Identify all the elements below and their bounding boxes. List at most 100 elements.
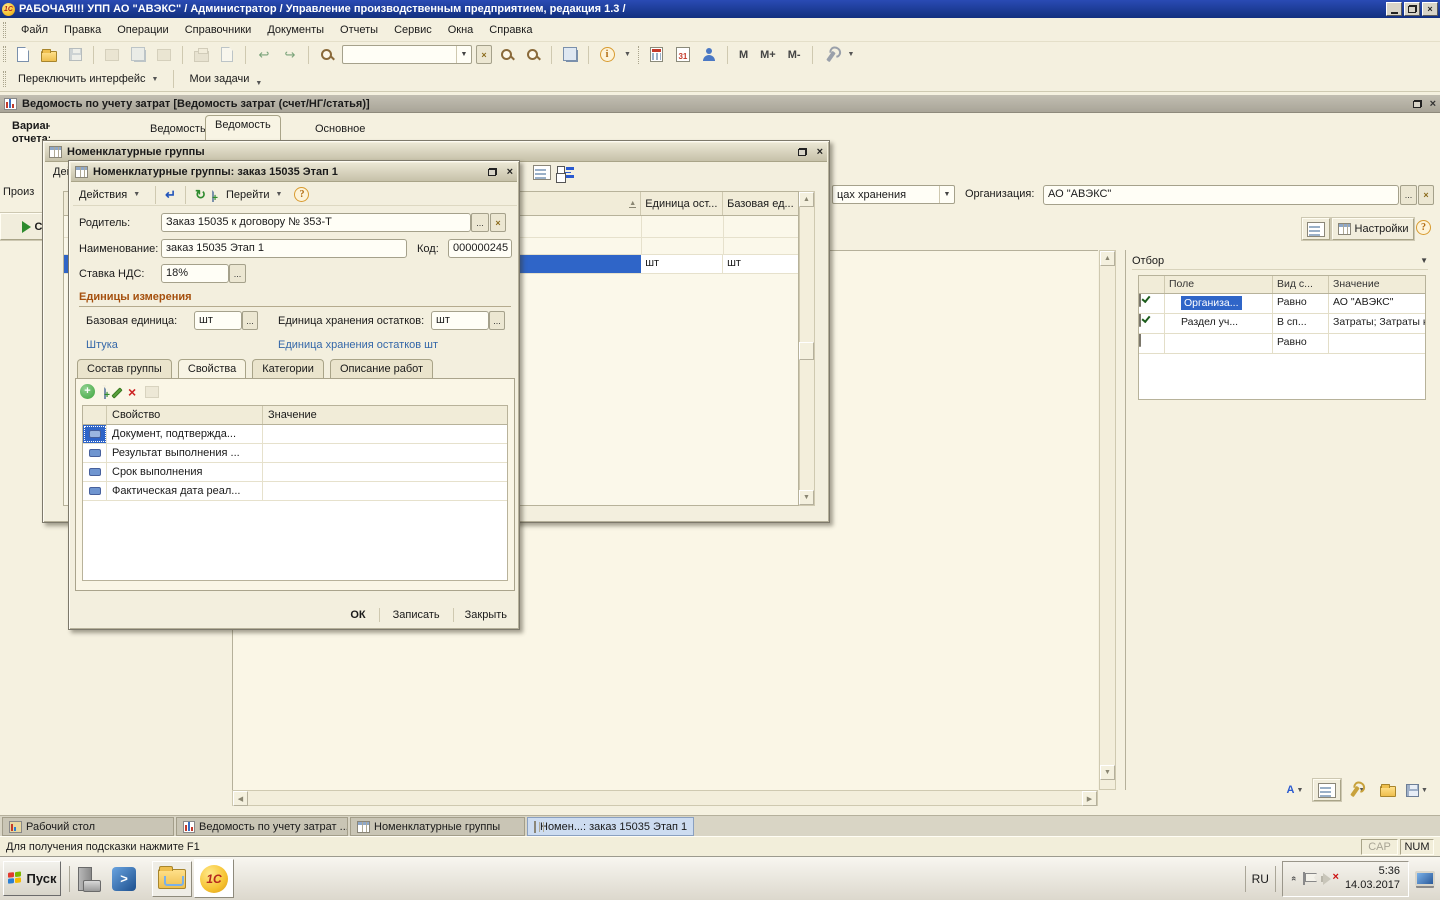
memory-m-button[interactable]: M bbox=[735, 49, 752, 61]
copy-windows-button[interactable] bbox=[559, 45, 581, 65]
storage-dropdown-arrow-icon[interactable]: ▼ bbox=[939, 186, 954, 203]
copy-button[interactable] bbox=[127, 45, 149, 65]
user-permissions-button[interactable] bbox=[698, 45, 720, 65]
filter-checkbox[interactable] bbox=[1139, 334, 1141, 347]
ok-button[interactable]: ОК bbox=[340, 607, 375, 623]
scroll-left-icon[interactable]: ◀ bbox=[233, 791, 248, 806]
scroll-up-icon[interactable]: ▲ bbox=[1100, 251, 1115, 266]
actions-button[interactable]: Действия▼ bbox=[73, 187, 146, 203]
add-property-button[interactable]: + bbox=[80, 384, 95, 399]
vat-field[interactable]: 18% bbox=[161, 264, 229, 283]
dialog-maximize-button[interactable] bbox=[488, 168, 497, 176]
mdi-close-button[interactable]: × bbox=[1430, 98, 1436, 110]
groups-scroll-thumb[interactable] bbox=[799, 342, 814, 360]
menu-file[interactable]: Файл bbox=[14, 21, 55, 39]
close-button[interactable]: × bbox=[1422, 2, 1438, 16]
list-mode-icon[interactable] bbox=[533, 165, 551, 180]
base-unit-link[interactable]: Штука bbox=[86, 339, 118, 351]
filter-checkbox[interactable] bbox=[1139, 294, 1141, 307]
clear-search-button[interactable]: × bbox=[476, 45, 492, 64]
name-field[interactable]: заказ 15035 Этап 1 bbox=[161, 239, 407, 258]
save-button[interactable] bbox=[64, 45, 86, 65]
menu-help[interactable]: Справка bbox=[482, 21, 539, 39]
search-dropdown-arrow-icon[interactable]: ▼ bbox=[456, 46, 471, 63]
menu-reports[interactable]: Отчеты bbox=[333, 21, 385, 39]
groups-scroll-down-icon[interactable]: ▼ bbox=[799, 490, 814, 505]
scroll-right-icon[interactable]: ▶ bbox=[1082, 791, 1097, 806]
tab-properties[interactable]: Свойства bbox=[178, 359, 246, 380]
write-button[interactable]: Записать bbox=[383, 607, 450, 623]
groups-maximize-button[interactable] bbox=[798, 148, 807, 156]
scroll-down-icon[interactable]: ▼ bbox=[1100, 765, 1115, 780]
vertical-scrollbar[interactable]: ▲ ▼ bbox=[1099, 250, 1116, 790]
mdi-tab-groups[interactable]: Номенклатурные группы bbox=[350, 817, 525, 836]
parent-field[interactable]: Заказ 15035 к договору № 353-Т bbox=[161, 213, 471, 232]
tab-work-description[interactable]: Описание работ bbox=[330, 359, 433, 378]
filter-row[interactable]: Организа... Равно АО "АВЭКС" bbox=[1139, 294, 1425, 314]
base-unit-select-button[interactable]: ... bbox=[242, 311, 258, 330]
grid-view-button[interactable] bbox=[1313, 779, 1341, 801]
memory-mplus-button[interactable]: M+ bbox=[756, 49, 780, 61]
cut-button[interactable] bbox=[101, 45, 123, 65]
hierarchy-view-icon[interactable] bbox=[557, 165, 575, 180]
filter-row[interactable]: Раздел уч... В сп... Затраты; Затраты н.… bbox=[1139, 314, 1425, 334]
show-desktop-icon[interactable] bbox=[1415, 871, 1435, 886]
filter-checkbox[interactable] bbox=[1139, 314, 1141, 327]
new-document-button[interactable] bbox=[12, 45, 34, 65]
restore-button[interactable] bbox=[1404, 2, 1420, 16]
copy-property-button[interactable]: + bbox=[104, 386, 106, 398]
quicklaunch-1c-button[interactable]: 1С bbox=[194, 859, 234, 898]
switch-interface-button[interactable]: Переключить интерфейс ▼ bbox=[12, 71, 164, 87]
parent-select-button[interactable]: ... bbox=[471, 213, 489, 232]
storage-unit-select-button[interactable]: ... bbox=[489, 311, 505, 330]
base-unit-field[interactable]: шт bbox=[194, 311, 242, 330]
mdi-tab-group-item[interactable]: Номен...: заказ 15035 Этап 1 bbox=[527, 817, 694, 836]
parent-clear-button[interactable]: × bbox=[490, 213, 506, 232]
report-help-button[interactable]: ? bbox=[1416, 220, 1431, 235]
help-button[interactable]: ? bbox=[294, 187, 309, 202]
organization-select-button[interactable]: ... bbox=[1400, 185, 1417, 205]
filter-collapse-arrow-icon[interactable]: ▼ bbox=[1420, 256, 1428, 265]
property-row[interactable]: Фактическая дата реал... bbox=[83, 482, 507, 501]
property-row[interactable]: Результат выполнения ... bbox=[83, 444, 507, 463]
clock[interactable]: 5:36 14.03.2017 bbox=[1345, 865, 1400, 893]
info-dropdown-arrow-icon[interactable]: ▼ bbox=[624, 51, 631, 58]
save-settings-button[interactable]: ▼ bbox=[1404, 780, 1430, 800]
calendar-button[interactable]: 31 bbox=[672, 45, 694, 65]
filter-panel-header[interactable]: Отбор ▼ bbox=[1132, 252, 1428, 270]
my-tasks-button[interactable]: Мои задачи ▼ bbox=[183, 70, 268, 89]
tab-categories[interactable]: Категории bbox=[252, 359, 324, 378]
filter-settings-button[interactable]: ▼ bbox=[1346, 780, 1372, 800]
groups-scroll-up-icon[interactable]: ▲ bbox=[799, 192, 814, 207]
delete-property-button[interactable]: × bbox=[128, 385, 136, 399]
mdi-tab-desktop[interactable]: Рабочий стол bbox=[2, 817, 174, 836]
search-button[interactable] bbox=[316, 45, 338, 65]
goto-button[interactable]: Перейти▼ bbox=[220, 187, 289, 203]
properties-table[interactable]: Свойство Значение Документ, подтвержда..… bbox=[82, 405, 508, 581]
wrench-dropdown-arrow-icon[interactable]: ▼ bbox=[848, 51, 855, 58]
report-tab-vedomost[interactable]: Ведомость bbox=[205, 115, 281, 143]
menu-edit[interactable]: Правка bbox=[57, 21, 108, 39]
organization-field[interactable]: АО "АВЭКС" bbox=[1043, 185, 1399, 205]
settings-button[interactable]: Настройки bbox=[1332, 218, 1414, 240]
search-combobox[interactable]: ▼ bbox=[342, 45, 472, 64]
print-preview-button[interactable] bbox=[216, 45, 238, 65]
vat-select-button[interactable]: ... bbox=[229, 264, 246, 283]
report-tab-vedomost-hidden[interactable]: Ведомость bbox=[150, 123, 206, 135]
filter-row[interactable]: Равно bbox=[1139, 334, 1425, 354]
undo-button[interactable]: ↩ bbox=[253, 45, 275, 65]
groups-vertical-scrollbar[interactable]: ▲ ▼ bbox=[799, 191, 815, 506]
list-settings-button[interactable] bbox=[145, 386, 159, 398]
language-indicator[interactable]: RU bbox=[1252, 872, 1269, 886]
minimize-button[interactable] bbox=[1386, 2, 1402, 16]
property-row[interactable]: Срок выполнения bbox=[83, 463, 507, 482]
refresh-icon[interactable]: ↻ bbox=[195, 188, 206, 201]
menu-service[interactable]: Сервис bbox=[387, 21, 439, 39]
tray-expand-icon[interactable]: » bbox=[1288, 876, 1298, 880]
report-header-footer-button[interactable] bbox=[1302, 218, 1330, 240]
menu-windows[interactable]: Окна bbox=[441, 21, 481, 39]
quicklaunch-explorer-button[interactable] bbox=[152, 861, 192, 897]
edit-property-button[interactable] bbox=[111, 387, 122, 398]
menu-operations[interactable]: Операции bbox=[110, 21, 175, 39]
print-button[interactable] bbox=[190, 45, 212, 65]
